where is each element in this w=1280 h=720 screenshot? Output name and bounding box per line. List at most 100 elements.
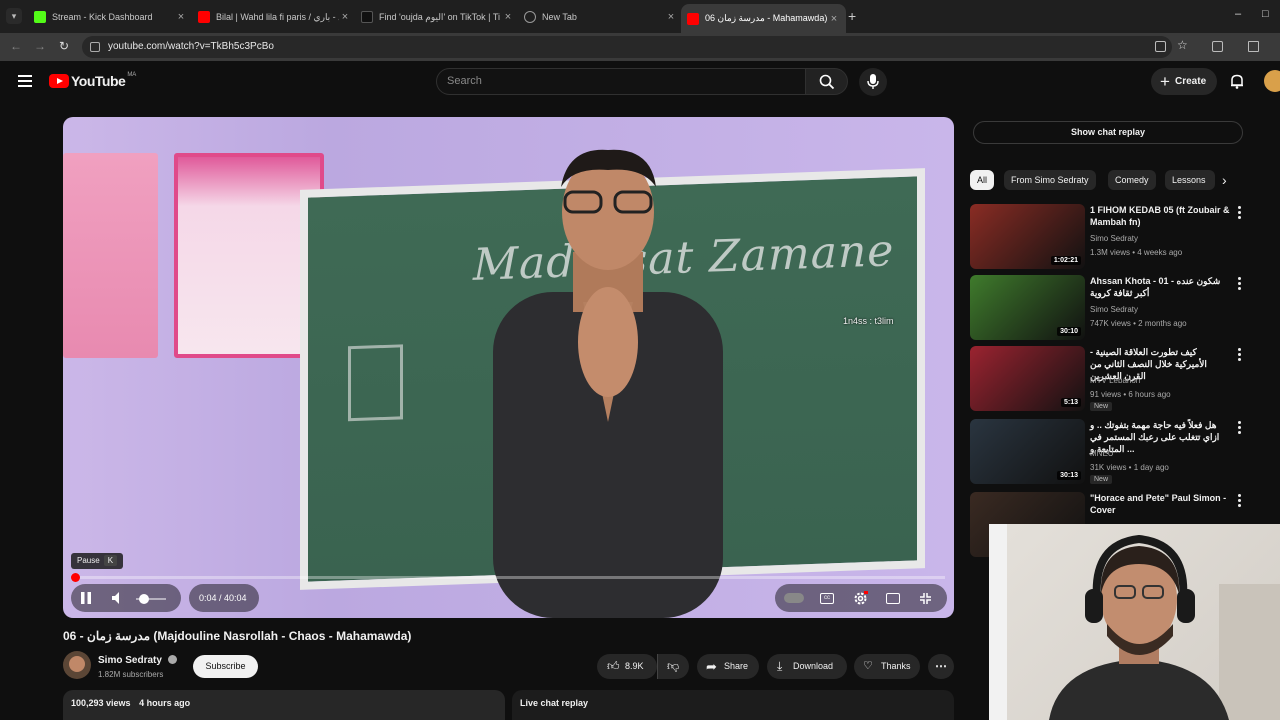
pause-icon[interactable] xyxy=(79,591,93,605)
theater-mode-icon[interactable] xyxy=(886,593,900,604)
voice-search-button[interactable] xyxy=(859,68,887,96)
video-thumbnail[interactable]: 30:10 xyxy=(970,275,1085,340)
autoplay-toggle[interactable] xyxy=(784,593,804,603)
tab-tiktok[interactable]: Find 'oujda اليوم' on TikTok | Ti × xyxy=(355,5,520,29)
reading-list-icon[interactable] xyxy=(1248,41,1259,52)
recommended-video[interactable]: 30:13 هل فعلاً فيه حاجة مهمة بتفوتك .. و … xyxy=(970,419,1270,485)
chevron-right-icon[interactable]: › xyxy=(1222,172,1227,188)
chip-lessons[interactable]: Lessons xyxy=(1165,170,1215,190)
youtube-play-icon xyxy=(49,74,69,88)
more-options-icon[interactable] xyxy=(1238,421,1242,436)
recommended-channel[interactable]: Simo Sedraty xyxy=(1090,234,1138,243)
recommended-meta: 91 views • 6 hours ago xyxy=(1090,390,1171,399)
tab-search-button[interactable]: ▾ xyxy=(6,8,22,24)
subscribe-button[interactable]: Subscribe xyxy=(193,655,258,678)
video-overlay-text: 1n4ss : t3lim xyxy=(843,316,894,326)
channel-name[interactable]: Simo Sedraty xyxy=(98,655,177,666)
search-icon xyxy=(819,74,835,90)
maximize-icon[interactable]: □ xyxy=(1262,8,1269,20)
site-info-icon[interactable] xyxy=(90,42,100,52)
extensions-icon[interactable] xyxy=(1212,41,1223,52)
tab-bilal[interactable]: Bilal | Wahd lila fi paris / بلال - باري… xyxy=(192,5,357,29)
share-label: Share xyxy=(724,661,749,671)
show-chat-replay-button[interactable]: Show chat replay xyxy=(973,121,1243,144)
recommended-title[interactable]: 1 FIHOM KEDAB 05 (ft Zoubair & Mambah fn… xyxy=(1090,204,1230,228)
video-title: 06 - مدرسة زمان (Majdouline Nasrollah - … xyxy=(63,629,412,643)
recommended-title[interactable]: "Horace and Pete" Paul Simon - Cover xyxy=(1090,492,1230,516)
close-tab-icon[interactable]: × xyxy=(665,11,677,23)
chip-all[interactable]: All xyxy=(970,170,995,190)
verified-icon xyxy=(167,655,177,664)
share-button[interactable]: ➦ Share xyxy=(697,654,759,679)
recommended-video[interactable]: 5:13 كيف تطورت العلاقة الصينية - الأميركي… xyxy=(970,346,1270,412)
back-icon[interactable]: ← xyxy=(10,39,22,53)
microphone-icon xyxy=(867,74,879,89)
recommended-title[interactable]: Ahssan Khota - 01 - شكون عنده أكبر ثقافة… xyxy=(1090,275,1230,299)
bookmark-star-icon[interactable]: ☆ xyxy=(1177,38,1188,52)
pause-tooltip: Pause K xyxy=(71,553,124,569)
recommended-video[interactable]: 30:10 Ahssan Khota - 01 - شكون عنده أكبر … xyxy=(970,275,1270,341)
live-chat-replay-header[interactable]: Live chat replay xyxy=(512,690,954,720)
chip-comedy[interactable]: Comedy xyxy=(1108,170,1156,190)
recommended-channel[interactable]: Simo Sedraty xyxy=(1090,305,1138,314)
address-toolbar: ← → ↻ youtube.com/watch?v=TkBh5c3PcBo ☆ xyxy=(0,33,1280,61)
thanks-button[interactable]: ♡ Thanks xyxy=(854,654,920,679)
search-button[interactable] xyxy=(805,68,848,95)
youtube-logo[interactable]: YouTube MA xyxy=(49,72,136,89)
tab-kick-dashboard[interactable]: Stream - Kick Dashboard × xyxy=(28,5,193,29)
thumbs-up-icon: 👍︎ xyxy=(607,659,620,673)
duration-badge: 1:02:21 xyxy=(1050,256,1081,265)
volume-icon[interactable] xyxy=(111,591,125,605)
notifications-bell-icon[interactable] xyxy=(1229,73,1245,89)
more-options-icon[interactable] xyxy=(1238,206,1242,221)
recommended-channel[interactable]: MNEU xyxy=(1090,449,1114,458)
video-player[interactable]: Madrasat Zamane 1n4ss : t3lim Pause K 0:0… xyxy=(63,117,954,618)
channel-name-text: Simo Sedraty xyxy=(98,655,162,666)
video-thumbnail[interactable]: 1:02:21 xyxy=(970,204,1085,269)
recommended-video[interactable]: 1:02:21 1 FIHOM KEDAB 05 (ft Zoubair & Ma… xyxy=(970,204,1270,270)
kick-icon xyxy=(34,11,46,23)
video-thumbnail[interactable]: 30:13 xyxy=(970,419,1085,484)
recommended-meta: 747K views • 2 months ago xyxy=(1090,319,1187,328)
account-avatar[interactable] xyxy=(1264,70,1280,92)
description-box[interactable]: 100,293 views 4 hours ago xyxy=(63,690,505,720)
more-options-icon[interactable] xyxy=(1238,494,1242,509)
video-thumbnail[interactable]: 5:13 xyxy=(970,346,1085,411)
tooltip-shortcut: K xyxy=(103,555,118,566)
chalk-drawing xyxy=(348,344,403,422)
more-actions-icon[interactable]: ⋯ xyxy=(928,654,954,679)
progress-bar[interactable] xyxy=(71,573,945,582)
scrubber-handle[interactable] xyxy=(71,573,80,582)
minimize-icon[interactable]: – xyxy=(1235,8,1241,20)
close-tab-icon[interactable]: × xyxy=(502,11,514,23)
view-count: 100,293 views xyxy=(71,698,131,708)
close-tab-icon[interactable]: × xyxy=(175,11,187,23)
tab-youtube-active[interactable]: مدرسة زمان 06 - Mahamawda) × xyxy=(681,4,846,33)
dislike-button[interactable]: 👎︎ xyxy=(657,654,689,679)
more-options-icon[interactable] xyxy=(1238,348,1242,363)
recommended-meta: 1.3M views • 4 weeks ago xyxy=(1090,248,1183,257)
captions-icon[interactable]: cc xyxy=(820,593,834,604)
more-options-icon[interactable] xyxy=(1238,277,1242,292)
forward-icon[interactable]: → xyxy=(34,39,46,53)
download-button[interactable]: ⤓ Download xyxy=(767,654,847,679)
like-button[interactable]: 👍︎ 8.9K xyxy=(597,654,657,679)
install-app-icon[interactable] xyxy=(1155,41,1166,52)
youtube-icon xyxy=(687,12,699,25)
guide-menu-icon[interactable] xyxy=(18,75,32,90)
chip-from-channel[interactable]: From Simo Sedraty xyxy=(1004,170,1096,190)
search-input[interactable]: Search xyxy=(436,68,806,95)
close-tab-icon[interactable]: × xyxy=(828,13,840,25)
url-bar[interactable]: youtube.com/watch?v=TkBh5c3PcBo xyxy=(82,36,1172,58)
new-tab-button[interactable]: + xyxy=(848,8,856,24)
reload-icon[interactable]: ↻ xyxy=(59,39,69,53)
tab-title: New Tab xyxy=(542,12,577,22)
create-button[interactable]: Create xyxy=(1151,68,1217,95)
recommended-channel[interactable]: MTV Lebanon xyxy=(1090,376,1140,385)
tab-new-tab[interactable]: New Tab × xyxy=(518,5,683,29)
close-tab-icon[interactable]: × xyxy=(339,11,351,23)
volume-handle[interactable] xyxy=(139,594,149,604)
settings-gear-icon[interactable] xyxy=(853,591,868,606)
channel-avatar[interactable] xyxy=(63,651,91,679)
exit-fullscreen-icon[interactable] xyxy=(919,592,932,605)
